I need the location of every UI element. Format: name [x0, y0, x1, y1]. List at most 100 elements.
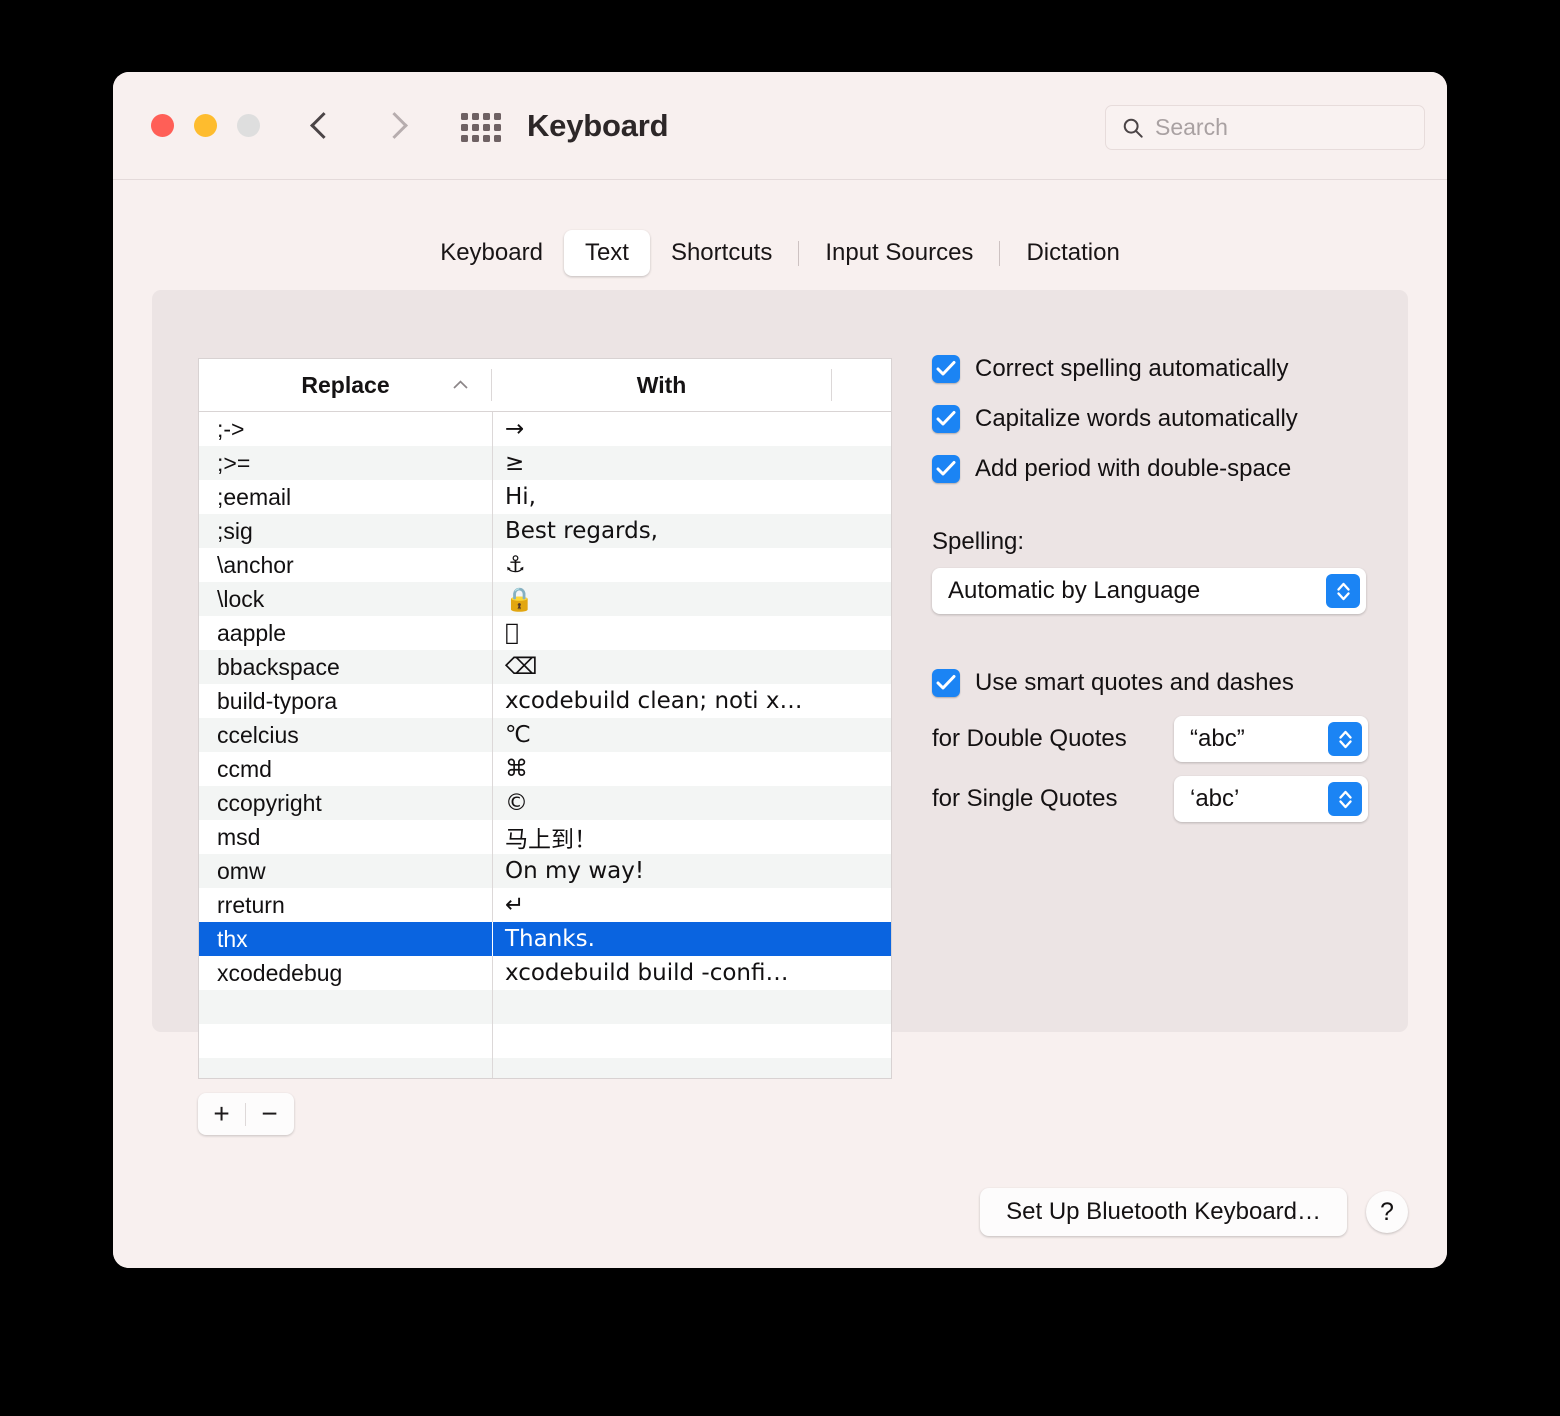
cell-with: ≥	[492, 446, 891, 480]
table-row[interactable]: \lock 🔒	[199, 582, 891, 616]
cell-replace: ;>=	[217, 449, 251, 476]
table-row[interactable]: xcodedebug xcodebuild build -confi…	[199, 956, 891, 990]
cell-with	[492, 990, 891, 1024]
table-row[interactable]: rreturn ↵	[199, 888, 891, 922]
table-row[interactable]: thx Thanks.	[199, 922, 891, 956]
table-row[interactable]: ccopyright ©	[199, 786, 891, 820]
double-quotes-popup-button[interactable]: “abc”	[1174, 716, 1368, 762]
table-row[interactable]: aapple 	[199, 616, 891, 650]
smart-quotes-block: Use smart quotes and dashes for Double Q…	[932, 666, 1372, 822]
cell-replace: aapple	[217, 619, 287, 646]
tab-dictation[interactable]: Dictation	[1005, 230, 1140, 276]
cell-replace: ccmd	[217, 755, 272, 782]
table-row[interactable]: ;sig Best regards,	[199, 514, 891, 548]
checkbox-row-capitalize-words[interactable]: Capitalize words automatically	[932, 402, 1372, 436]
window-titlebar: Keyboard Search	[113, 72, 1447, 180]
close-window-button[interactable]	[151, 114, 174, 137]
single-quotes-popup-button[interactable]: ‘abc’	[1174, 776, 1368, 822]
add-remove-segmented-control[interactable]: + −	[198, 1093, 294, 1135]
checkbox-add-period[interactable]	[932, 455, 960, 483]
tab-input-sources[interactable]: Input Sources	[804, 230, 994, 276]
cell-with: Thanks.	[492, 922, 891, 956]
cell-with: ↵	[492, 888, 891, 922]
cell-replace: thx	[217, 925, 248, 952]
forward-chevron-icon[interactable]	[381, 108, 415, 142]
text-settings-panel: Replace With ;-> → ;>= ≥ ;eemail Hi, ;sig Best …	[152, 290, 1408, 1135]
table-row[interactable]: build-typora xcodebuild clean; noti x…	[199, 684, 891, 718]
column-header-replace[interactable]: Replace	[199, 359, 492, 411]
cell-replace: xcodedebug	[217, 959, 343, 986]
cell-replace: ;sig	[217, 517, 253, 544]
tab-separator	[798, 240, 800, 266]
table-row[interactable]: ;-> →	[199, 412, 891, 446]
cell-with: ⌘	[492, 752, 891, 786]
column-header-extra	[831, 359, 891, 411]
table-row[interactable]: omw On my way!	[199, 854, 891, 888]
checkbox-capitalize-words[interactable]	[932, 405, 960, 433]
checkbox-label-add-period: Add period with double-space	[975, 455, 1292, 482]
tab-text[interactable]: Text	[563, 230, 650, 276]
cell-with: →	[492, 412, 891, 446]
set-up-bluetooth-keyboard-button[interactable]: Set Up Bluetooth Keyboard…	[980, 1188, 1347, 1236]
column-header-with[interactable]: With	[492, 359, 831, 411]
tab-shortcuts[interactable]: Shortcuts	[650, 230, 793, 276]
zoom-window-button[interactable]	[237, 114, 260, 137]
checkbox-smart-quotes[interactable]	[932, 669, 960, 697]
help-button[interactable]: ?	[1366, 1191, 1408, 1233]
table-row[interactable]: ccelcius ℃	[199, 718, 891, 752]
tab-keyboard[interactable]: Keyboard	[419, 230, 564, 276]
cell-with	[492, 1058, 891, 1078]
cell-with: xcodebuild clean; noti x…	[492, 684, 891, 718]
cell-with: ⚓	[492, 548, 891, 582]
table-row-empty[interactable]	[199, 1024, 891, 1058]
updown-arrows	[1336, 582, 1350, 600]
table-row[interactable]: ;eemail Hi,	[199, 480, 891, 514]
double-quotes-label: for Double Quotes	[932, 725, 1127, 752]
table-row[interactable]: bbackspace ⌫	[199, 650, 891, 684]
cell-with: xcodebuild build -confi…	[492, 956, 891, 990]
checkbox-row-smart-quotes[interactable]: Use smart quotes and dashes	[932, 666, 1372, 700]
spelling-label: Spelling:	[932, 528, 1025, 555]
cell-replace: ;->	[217, 415, 245, 442]
checkbox-row-correct-spelling[interactable]: Correct spelling automatically	[932, 352, 1372, 386]
preferences-window: Keyboard Search Keyboard Text Shortcuts …	[113, 72, 1447, 1268]
tab-separator	[999, 240, 1001, 266]
chevron-up-icon	[453, 380, 468, 389]
checkbox-label-capitalize-words: Capitalize words automatically	[975, 405, 1298, 432]
chevron-up-down-icon[interactable]	[1328, 782, 1362, 816]
cell-replace: msd	[217, 823, 261, 850]
cell-with: Hi,	[492, 480, 891, 514]
header-divider	[831, 369, 832, 401]
navigation-arrows	[305, 108, 415, 142]
cell-replace: ccopyright	[217, 789, 322, 816]
search-placeholder: Search	[1155, 114, 1228, 140]
page-title: Keyboard	[527, 108, 669, 143]
cell-replace: omw	[217, 857, 266, 884]
checkbox-row-add-period[interactable]: Add period with double-space	[932, 452, 1372, 486]
table-row[interactable]: msd 马上到！	[199, 820, 891, 854]
cell-with: 🔒	[492, 582, 891, 616]
table-header-row: Replace With	[199, 359, 891, 412]
minimize-window-button[interactable]	[194, 114, 217, 137]
remove-row-button[interactable]: −	[246, 1093, 293, 1135]
table-row[interactable]: ;>= ≥	[199, 446, 891, 480]
table-row[interactable]: ccmd ⌘	[199, 752, 891, 786]
spelling-popup-button[interactable]: Automatic by Language	[932, 568, 1366, 614]
window-body: Keyboard Text Shortcuts Input Sources Di…	[113, 180, 1447, 1268]
cell-replace: rreturn	[217, 891, 285, 918]
table-row-empty[interactable]	[199, 990, 891, 1024]
table-row[interactable]: \anchor ⚓	[199, 548, 891, 582]
show-all-grid-icon[interactable]	[461, 110, 503, 144]
checkmark-icon	[936, 361, 956, 376]
search-field[interactable]: Search	[1105, 105, 1425, 150]
chevron-up-down-icon[interactable]	[1328, 722, 1362, 756]
table-row-empty[interactable]	[199, 1058, 891, 1078]
add-row-button[interactable]: +	[198, 1093, 245, 1135]
cell-replace: ccelcius	[217, 721, 299, 748]
chevron-up-down-icon[interactable]	[1326, 574, 1360, 608]
back-chevron-icon[interactable]	[305, 108, 339, 142]
cell-replace: bbackspace	[217, 653, 340, 680]
column-header-replace-label: Replace	[301, 371, 390, 398]
checkbox-correct-spelling[interactable]	[932, 355, 960, 383]
replacement-table[interactable]: Replace With ;-> → ;>= ≥ ;eemail Hi, ;sig Best …	[198, 358, 892, 1079]
